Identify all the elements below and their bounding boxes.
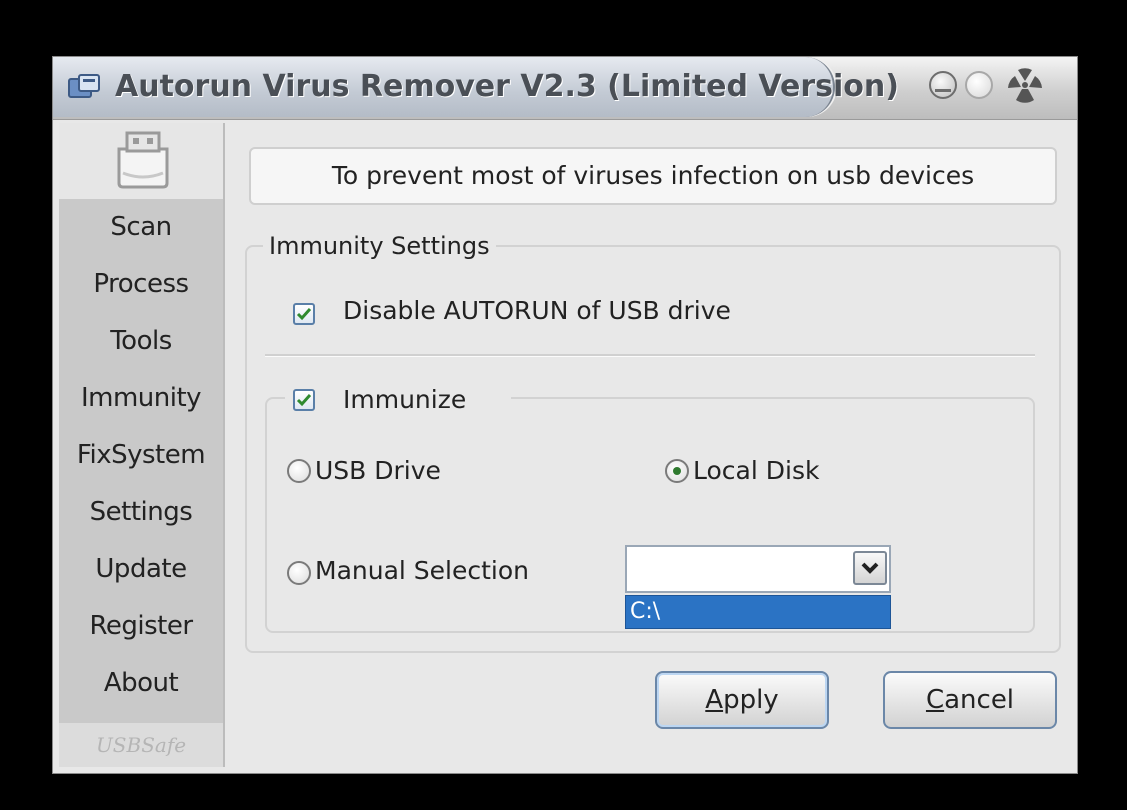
cancel-mnemonic: C	[925, 685, 945, 715]
title-bar[interactable]: Autorun Virus Remover V2.3 (Limited Vers…	[53, 57, 1077, 120]
sidebar-item-immunity[interactable]: Immunity	[59, 370, 223, 426]
sidebar-item-update[interactable]: Update	[59, 541, 223, 597]
sidebar-item-scan[interactable]: Scan	[59, 199, 223, 255]
sidebar-item-fixsystem[interactable]: FixSystem	[59, 427, 223, 483]
checkmark-icon	[296, 308, 312, 321]
apply-mnemonic: A	[705, 685, 724, 715]
group-separator	[265, 354, 1035, 357]
usb-drive-label[interactable]: USB Drive	[315, 454, 441, 488]
close-button[interactable]	[1005, 67, 1045, 103]
immunize-label[interactable]: Immunize	[343, 383, 466, 417]
sidebar-header	[59, 123, 223, 199]
dropdown-toggle-button[interactable]	[853, 551, 887, 585]
immunize-checkbox[interactable]	[293, 389, 315, 411]
sidebar-item-tools[interactable]: Tools	[59, 313, 223, 369]
info-banner: To prevent most of viruses infection on …	[249, 147, 1057, 205]
sidebar-item-register[interactable]: Register	[59, 598, 223, 654]
cancel-label-rest: ancel	[944, 685, 1015, 715]
sidebar-item-settings[interactable]: Settings	[59, 484, 223, 540]
drive-option-c[interactable]: C:\	[630, 596, 660, 628]
local-disk-radio[interactable]	[665, 459, 689, 483]
cancel-button[interactable]: Cancel	[883, 671, 1057, 729]
window-title: Autorun Virus Remover V2.3 (Limited Vers…	[115, 69, 899, 104]
app-icon	[67, 73, 101, 101]
disable-autorun-label[interactable]: Disable AUTORUN of USB drive	[343, 294, 731, 328]
app-window: Autorun Virus Remover V2.3 (Limited Vers…	[52, 56, 1078, 774]
drive-dropdown-list: C:\	[625, 595, 891, 629]
local-disk-label[interactable]: Local Disk	[693, 454, 819, 488]
manual-selection-radio[interactable]	[287, 561, 311, 585]
sidebar-divider	[223, 123, 225, 767]
apply-label-rest: pply	[723, 685, 779, 715]
sidebar-item-process[interactable]: Process	[59, 256, 223, 312]
chevron-down-icon	[861, 562, 879, 574]
minimize-button[interactable]	[929, 71, 957, 99]
apply-button[interactable]: Apply	[655, 671, 829, 729]
maximize-button[interactable]	[965, 71, 993, 99]
radiation-close-icon	[1008, 68, 1042, 103]
disable-autorun-checkbox[interactable]	[293, 303, 315, 325]
checkmark-icon	[296, 394, 312, 407]
group-title: Immunity Settings	[263, 229, 496, 263]
usb-drive-icon	[111, 129, 175, 191]
usb-drive-radio[interactable]	[287, 459, 311, 483]
drive-select[interactable]	[625, 545, 891, 593]
manual-selection-label[interactable]: Manual Selection	[315, 554, 529, 588]
brand-footer: USBSafe	[59, 723, 223, 767]
sidebar-item-about[interactable]: About	[59, 655, 223, 711]
sidebar-nav: Scan Process Tools Immunity FixSystem Se…	[59, 123, 223, 767]
